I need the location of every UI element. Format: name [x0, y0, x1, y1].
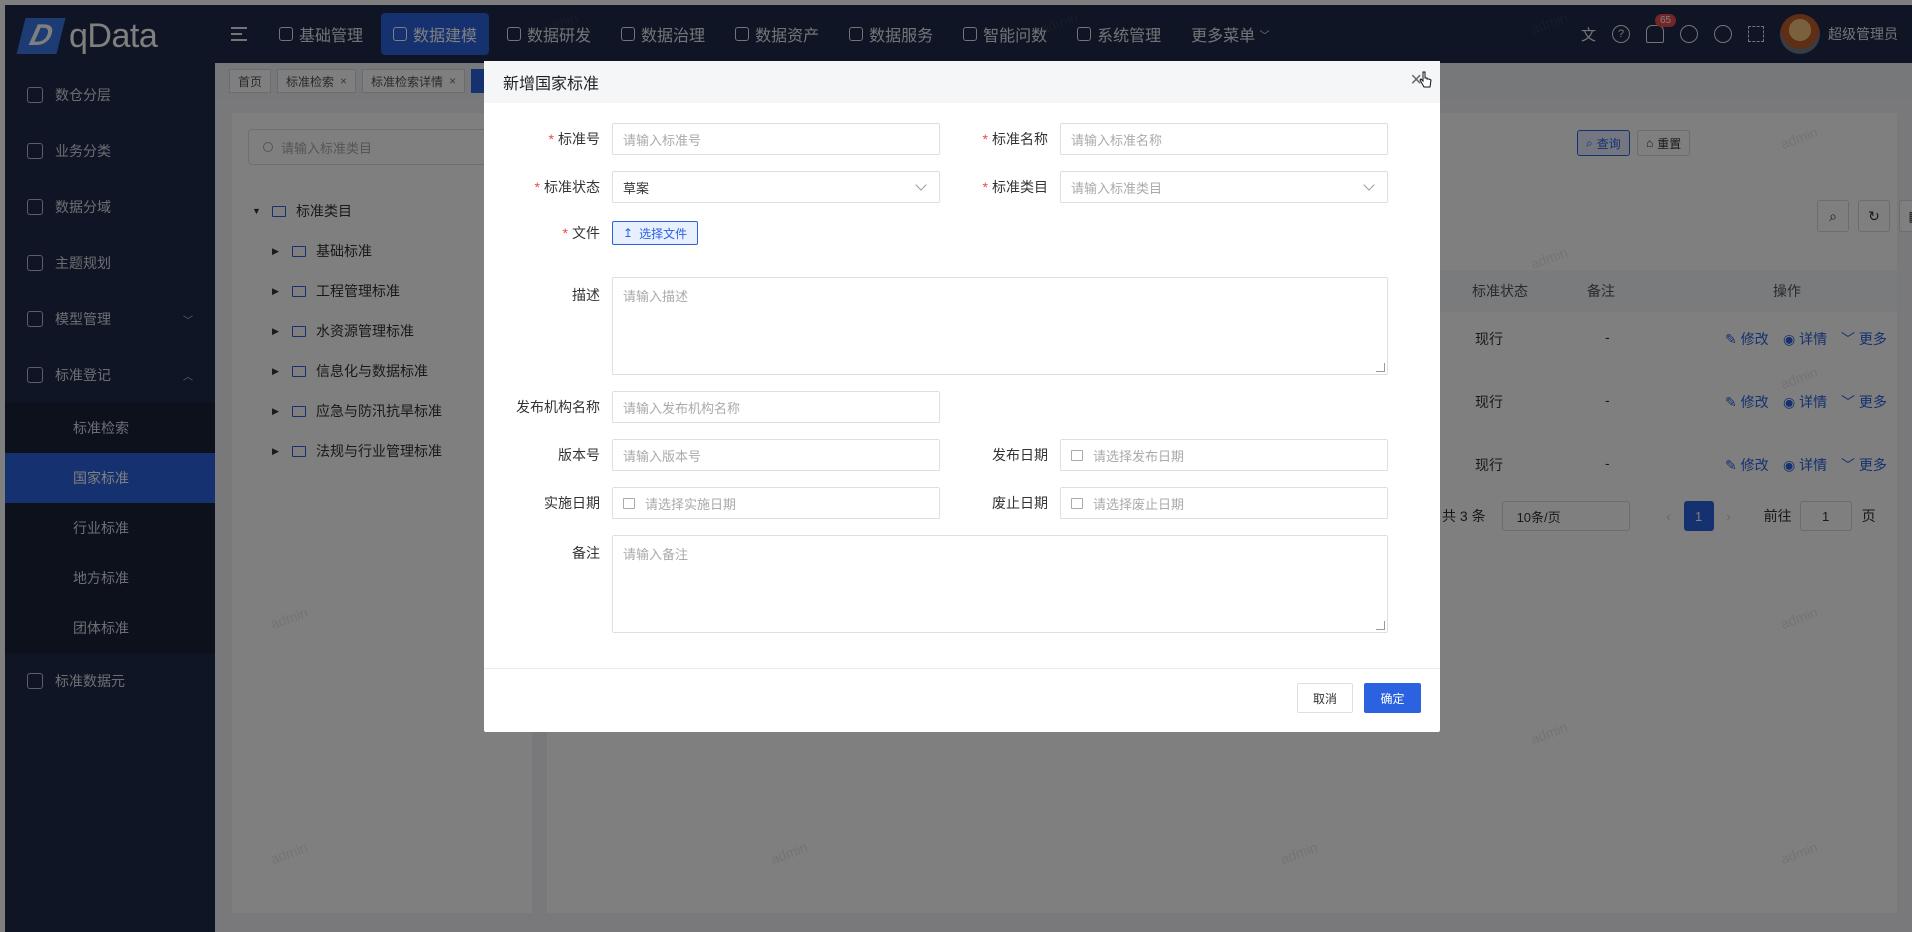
label-text: 废止日期	[992, 495, 1048, 511]
field-std-name: * 标准名称 请输入标准名称	[932, 123, 1388, 155]
dialog-footer: 取消 确定	[484, 668, 1440, 732]
std-category-select[interactable]: 请输入标准类目	[1060, 171, 1388, 203]
label-text: 标准类目	[992, 179, 1048, 195]
field-remark: 备注 请输入备注	[484, 535, 1388, 633]
input-placeholder: 请选择废止日期	[1093, 496, 1185, 512]
field-label: * 标准名称	[932, 129, 1060, 149]
label-text: 备注	[572, 545, 600, 561]
required-mark: *	[982, 131, 988, 147]
std-status-select[interactable]: 草案	[612, 171, 940, 203]
field-publish-date: 发布日期 请选择发布日期	[932, 439, 1388, 471]
cancel-button[interactable]: 取消	[1297, 683, 1353, 713]
dialog-header: 新增国家标准 ×	[484, 61, 1440, 103]
input-placeholder: 请输入备注	[623, 547, 689, 562]
field-abolish-date: 废止日期 请选择废止日期	[932, 487, 1388, 519]
add-national-standard-dialog: 新增国家标准 × * 标准号 请输入标准号 * 标准名称 请输入标准名称 * 标准状态…	[484, 61, 1440, 732]
field-label: 备注	[484, 535, 612, 563]
required-mark: *	[982, 179, 988, 195]
desc-textarea[interactable]: 请输入描述	[612, 277, 1388, 375]
field-label: * 标准状态	[484, 177, 612, 197]
version-input[interactable]: 请输入版本号	[612, 439, 940, 471]
calendar-icon	[623, 497, 635, 509]
publish-date-picker[interactable]: 请选择发布日期	[1060, 439, 1388, 471]
field-label: 废止日期	[932, 493, 1060, 513]
label-text: 标准状态	[544, 179, 600, 195]
org-input[interactable]: 请输入发布机构名称	[612, 391, 940, 423]
select-value: 草案	[623, 180, 650, 196]
hand-cursor-icon	[1419, 71, 1432, 88]
chevron-down-icon	[915, 179, 927, 191]
label-text: 发布机构名称	[516, 399, 600, 415]
input-placeholder: 请选择实施日期	[645, 496, 737, 512]
field-desc: 描述 请输入描述	[484, 277, 1388, 375]
required-mark: *	[548, 131, 554, 147]
field-label: * 文件	[484, 223, 612, 243]
required-mark: *	[534, 179, 540, 195]
input-placeholder: 请输入发布机构名称	[623, 400, 741, 416]
input-placeholder: 请输入标准号	[623, 132, 702, 148]
field-label: * 标准号	[484, 129, 612, 149]
label-text: 文件	[572, 225, 600, 241]
dialog-title: 新增国家标准	[503, 76, 600, 93]
field-label: 版本号	[484, 445, 612, 465]
label-text: 发布日期	[992, 447, 1048, 463]
label-text: 版本号	[558, 447, 600, 463]
field-std-no: * 标准号 请输入标准号	[484, 123, 940, 155]
button-label: 选择文件	[639, 226, 688, 241]
input-placeholder: 请输入标准类目	[1071, 180, 1163, 196]
field-std-category: * 标准类目 请输入标准类目	[932, 171, 1388, 203]
field-version: 版本号 请输入版本号	[484, 439, 940, 471]
field-org: 发布机构名称 请输入发布机构名称	[484, 391, 940, 423]
abolish-date-picker[interactable]: 请选择废止日期	[1060, 487, 1388, 519]
std-no-input[interactable]: 请输入标准号	[612, 123, 940, 155]
std-name-input[interactable]: 请输入标准名称	[1060, 123, 1388, 155]
calendar-icon	[1071, 449, 1083, 461]
confirm-button[interactable]: 确定	[1364, 683, 1421, 713]
input-placeholder: 请输入版本号	[623, 448, 702, 464]
impl-date-picker[interactable]: 请选择实施日期	[612, 487, 940, 519]
field-label: 实施日期	[484, 493, 612, 513]
required-mark: *	[562, 225, 568, 241]
field-label: 描述	[484, 277, 612, 305]
field-file: * 文件 ↥ 选择文件	[484, 221, 699, 245]
calendar-icon	[1071, 497, 1083, 509]
remark-textarea[interactable]: 请输入备注	[612, 535, 1388, 633]
chevron-down-icon	[1363, 179, 1375, 191]
input-placeholder: 请输入标准名称	[1071, 132, 1163, 148]
input-placeholder: 请选择发布日期	[1093, 448, 1185, 464]
field-label: * 标准类目	[932, 177, 1060, 197]
label-text: 描述	[572, 287, 600, 303]
field-std-status: * 标准状态 草案	[484, 171, 940, 203]
label-text: 实施日期	[544, 495, 600, 511]
field-impl-date: 实施日期 请选择实施日期	[484, 487, 940, 519]
field-label: 发布日期	[932, 445, 1060, 465]
input-placeholder: 请输入描述	[623, 289, 689, 304]
upload-icon: ↥	[623, 226, 634, 240]
label-text: 标准号	[558, 131, 600, 147]
field-label: 发布机构名称	[484, 397, 612, 417]
label-text: 标准名称	[992, 131, 1048, 147]
select-file-button[interactable]: ↥ 选择文件	[612, 221, 699, 245]
